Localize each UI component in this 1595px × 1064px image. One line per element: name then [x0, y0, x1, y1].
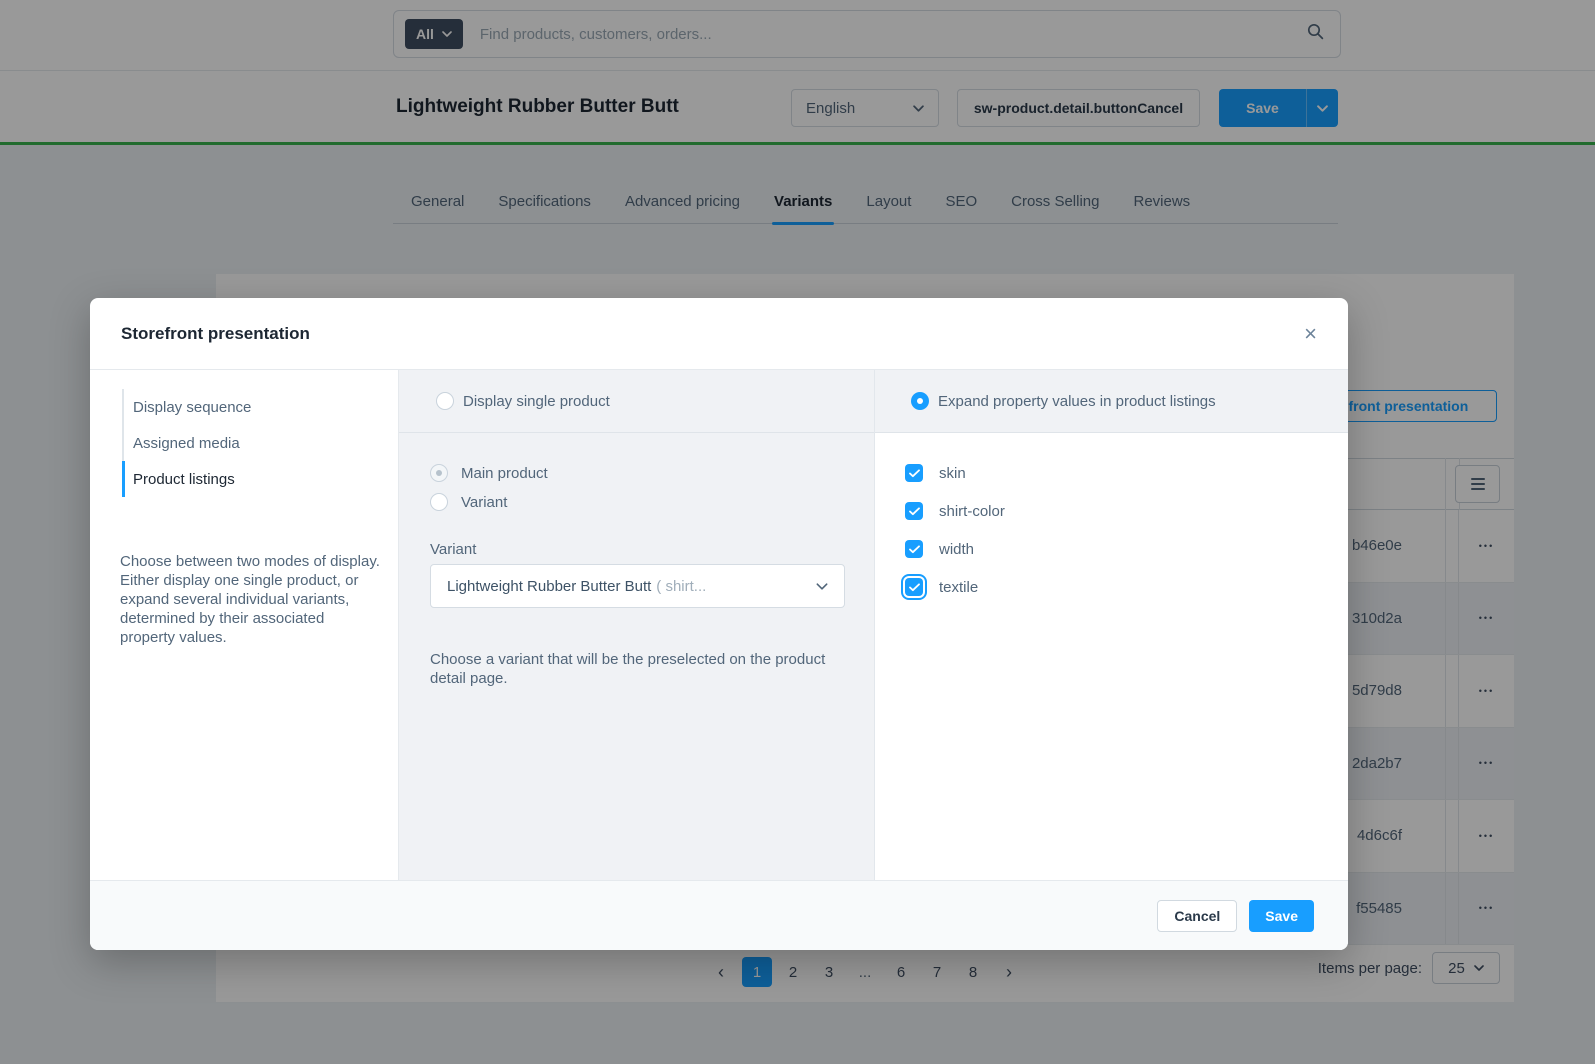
property-label: skin: [939, 465, 966, 482]
property-option: textile: [905, 578, 1348, 596]
sidebar-item-assigned-media[interactable]: Assigned media: [122, 425, 398, 461]
property-label: textile: [939, 579, 978, 596]
display-single-product-radio[interactable]: [436, 392, 454, 410]
modal-title: Storefront presentation: [121, 324, 310, 344]
expand-properties-radio[interactable]: [911, 392, 929, 410]
variant-select[interactable]: Lightweight Rubber Butter Butt ( shirt..…: [430, 564, 845, 608]
skin-checkbox[interactable]: [905, 464, 923, 482]
shirt-color-checkbox[interactable]: [905, 502, 923, 520]
mode-description: Choose between two modes of display. Eit…: [120, 552, 382, 647]
variant-option-label: Variant: [461, 494, 507, 511]
variant-option: Variant: [430, 493, 874, 511]
variant-select-suffix: ( shirt...: [656, 578, 706, 595]
expand-properties-option: Expand property values in product listin…: [875, 370, 1348, 433]
modal-sidebar: Display sequence Assigned media Product …: [90, 370, 399, 880]
single-product-option-label: Display single product: [463, 393, 610, 410]
property-label: width: [939, 541, 974, 558]
single-product-option: Display single product: [399, 370, 874, 433]
modal-cancel-button[interactable]: Cancel: [1157, 900, 1237, 932]
modal-body: Display sequence Assigned media Product …: [90, 370, 1348, 880]
variant-radio[interactable]: [430, 493, 448, 511]
single-product-settings: Main product Variant Variant Lightweight…: [399, 433, 874, 688]
single-product-column: Display single product Main product Vari…: [399, 370, 875, 880]
sidebar-item-display-sequence[interactable]: Display sequence: [122, 389, 398, 425]
storefront-presentation-modal: Storefront presentation × Display sequen…: [90, 298, 1348, 950]
chevron-down-icon: [816, 583, 828, 590]
main-product-radio[interactable]: [430, 464, 448, 482]
property-option: skin: [905, 464, 1348, 482]
property-label: shirt-color: [939, 503, 1005, 520]
property-option: shirt-color: [905, 502, 1348, 520]
modal-header: Storefront presentation ×: [90, 298, 1348, 370]
variant-field-label: Variant: [430, 541, 874, 558]
width-checkbox[interactable]: [905, 540, 923, 558]
modal-save-button[interactable]: Save: [1249, 900, 1314, 932]
expand-properties-option-label: Expand property values in product listin…: [938, 393, 1216, 410]
main-product-label: Main product: [461, 465, 548, 482]
textile-checkbox[interactable]: [905, 578, 923, 596]
variant-select-value: Lightweight Rubber Butter Butt: [447, 578, 651, 595]
property-option: width: [905, 540, 1348, 558]
close-icon[interactable]: ×: [1304, 323, 1317, 345]
sidebar-item-product-listings[interactable]: Product listings: [122, 461, 398, 497]
main-product-option: Main product: [430, 464, 874, 482]
variant-helper-text: Choose a variant that will be the presel…: [430, 650, 830, 688]
expand-properties-column: Expand property values in product listin…: [875, 370, 1348, 880]
modal-footer: Cancel Save: [90, 880, 1348, 950]
